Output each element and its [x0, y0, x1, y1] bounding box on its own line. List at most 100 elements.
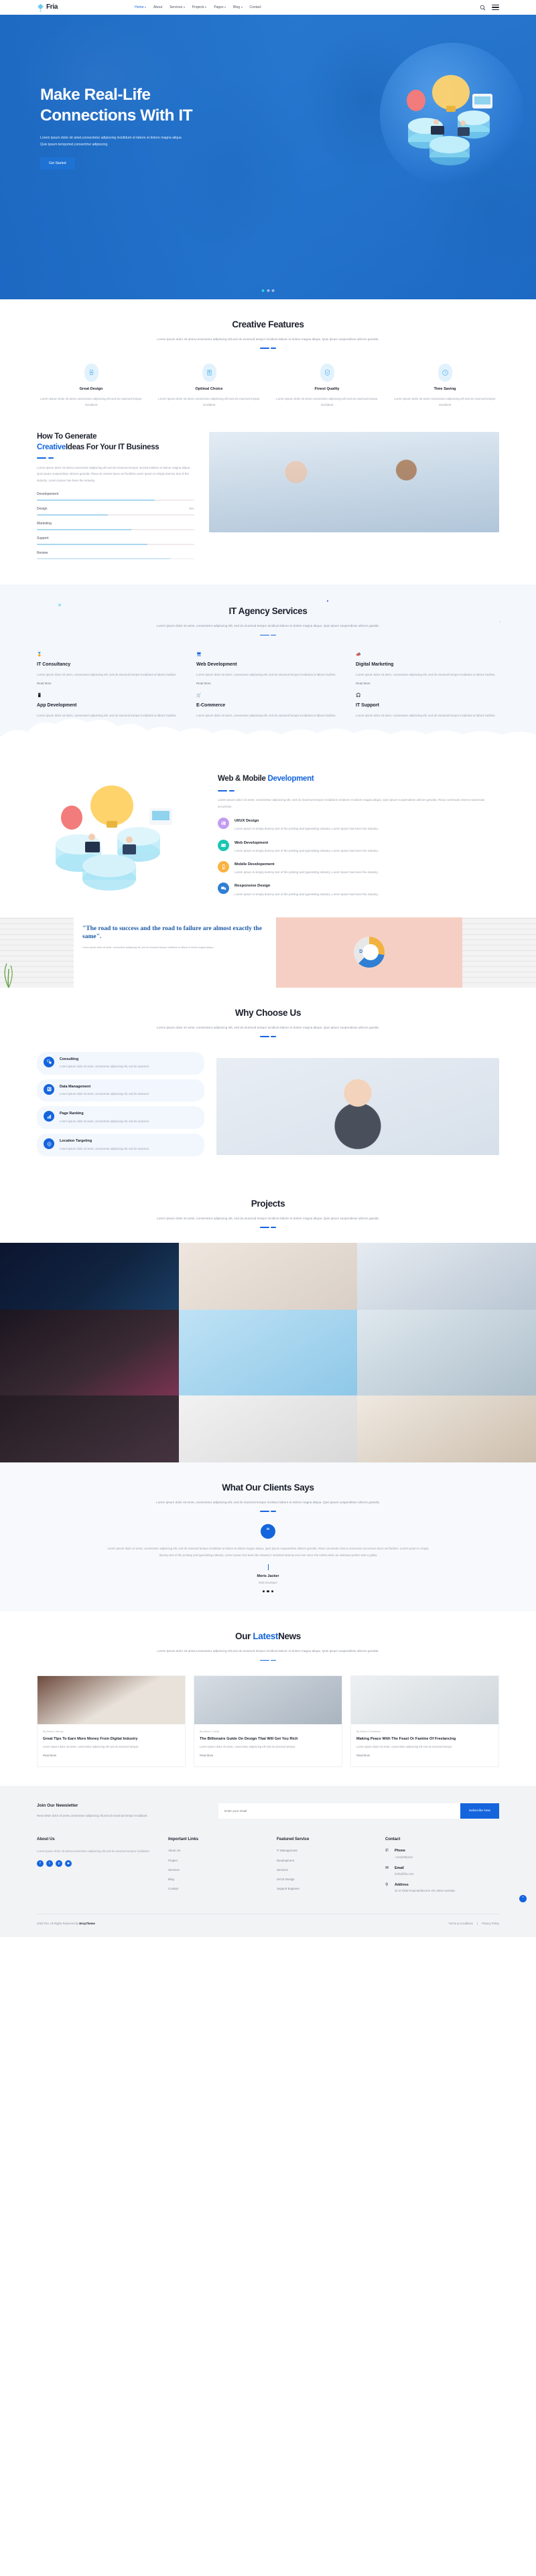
feature-card[interactable]: Time Saving Lorem ipsum dolor sit amet c…: [391, 363, 499, 408]
decorative-x-icon: ✕: [58, 603, 62, 609]
testimonial-desc: Lorem ipsum dolor sit amet, consectetur …: [156, 1500, 380, 1504]
item-title: Web Development: [234, 840, 269, 845]
feature-card[interactable]: Great Design Lorem ipsum dolor sit amet …: [37, 363, 145, 408]
newsletter-text: Join Our Newsletter News letter dolor si…: [37, 1802, 201, 1819]
project-team-meeting[interactable]: [357, 1242, 536, 1310]
contact-value[interactable]: hello@fria.com: [395, 1872, 414, 1877]
testimonial-title: What Our Clients Says: [222, 1482, 314, 1493]
news-card-title: The Billionaire Guide On Design That Wil…: [200, 1736, 298, 1741]
project-smartphone-hand[interactable]: [178, 1242, 358, 1310]
footer-service-uiux[interactable]: UI/UX Design: [277, 1877, 368, 1882]
nav-item-pages[interactable]: Pages: [214, 5, 226, 11]
news-card[interactable]: By Admin | Money Great Tips To Earn More…: [37, 1675, 186, 1767]
smartphone-icon: 📱: [37, 694, 42, 698]
project-coffee-desk[interactable]: [357, 1395, 536, 1462]
section-divider: [37, 634, 499, 636]
get-started-button[interactable]: Get Started: [40, 157, 75, 169]
feature-card[interactable]: Finest Quality Lorem ipsum dolor sit ame…: [273, 363, 381, 408]
testimonial-dot-2[interactable]: [267, 1590, 269, 1593]
page-ranking-icon: [44, 1111, 54, 1122]
nav-item-about[interactable]: About: [153, 5, 162, 11]
testimonial-slider-dots[interactable]: [37, 1590, 499, 1593]
shield-check-icon: [320, 363, 334, 382]
web-mobile-item[interactable]: Mobile Developement Lorem Ipsum is simply…: [218, 861, 499, 875]
why-card[interactable]: Consulting Lorem ipsum dolor sit amet, co…: [37, 1051, 204, 1075]
newsletter-title: Join Our Newsletter: [37, 1803, 78, 1808]
web-mobile-item[interactable]: UI/UX Design Lorem Ipsum is simply dummy …: [218, 818, 499, 832]
read-more-link[interactable]: Read More: [37, 681, 52, 686]
service-card[interactable]: 📣 Digital Marketing Lorem ipsum dolor si…: [356, 652, 499, 687]
project-pink-neon-desk[interactable]: [0, 1309, 179, 1395]
privacy-link[interactable]: Privacy Policy: [482, 1921, 499, 1926]
footer-link-services[interactable]: Services: [168, 1868, 259, 1873]
email-input[interactable]: [218, 1803, 460, 1819]
skill-track: [37, 558, 194, 560]
subscribe-button[interactable]: Subscribe Now: [460, 1803, 499, 1819]
news-title: Our LatestNews: [235, 1631, 301, 1642]
hero-content: Make Real-Life Connections With IT Lorem…: [0, 15, 221, 169]
why-card[interactable]: Location Targeting Lorem ipsum dolor sit …: [37, 1134, 204, 1157]
footer-service-development[interactable]: Development: [277, 1858, 368, 1864]
feature-card[interactable]: Optimal Choice Lorem ipsum dolor sit ame…: [155, 363, 263, 408]
contact-label: Address: [395, 1882, 409, 1887]
hero-dot-1[interactable]: [261, 289, 265, 292]
testimonial-dot-1[interactable]: [262, 1590, 265, 1593]
news-card[interactable]: By Admin | Freelance Making Peace With T…: [350, 1675, 499, 1767]
project-laptop-window[interactable]: [357, 1309, 536, 1395]
hero-dot-2[interactable]: [267, 289, 269, 292]
service-card[interactable]: 🏅 IT Consultancy Lorem ipsum dolor sit a…: [37, 652, 180, 687]
nav-item-projects[interactable]: Projects: [192, 5, 207, 11]
to-top-icon[interactable]: ^: [519, 1894, 527, 1902]
footer-service-services[interactable]: Services: [277, 1868, 368, 1873]
hamburger-icon[interactable]: [492, 5, 499, 10]
testimonial-dot-3[interactable]: [271, 1590, 274, 1593]
contact-value[interactable]: +123(456)123: [395, 1855, 413, 1860]
pinterest-icon[interactable]: p: [56, 1860, 62, 1867]
web-mobile-desc: Lorem ipsum dolor sit amet, consectetur …: [218, 798, 485, 809]
project-desk-setup[interactable]: [0, 1395, 179, 1462]
site-logo[interactable]: Fria: [37, 1, 58, 13]
quote-desc: Lorem ipsum dolor sit amet, consectetur …: [82, 945, 214, 949]
twitter-icon[interactable]: t: [46, 1860, 53, 1867]
service-card[interactable]: 🖥 Web Development Lorem ipsum dolor sit …: [196, 652, 340, 687]
nav-item-blog[interactable]: Blog: [233, 5, 243, 11]
nav-item-services[interactable]: Services: [170, 5, 185, 11]
nav-item-home[interactable]: Home: [135, 5, 146, 11]
chevron-down-icon: [144, 7, 146, 8]
why-card[interactable]: Page Ranking Lorem ipsum dolor sit amet, …: [37, 1106, 204, 1130]
footer-link-project[interactable]: Project: [168, 1858, 259, 1864]
read-more-link[interactable]: Read More: [356, 1753, 370, 1758]
ideas-desc: Lorem ipsum dolor sit amet,consectetur a…: [37, 465, 191, 483]
item-desc: Lorem Ipsum is simply dummy text of the …: [234, 848, 379, 852]
read-more-link[interactable]: Read More: [196, 681, 211, 686]
instagram-icon[interactable]: ◙: [65, 1860, 72, 1867]
read-more-link[interactable]: Read More: [43, 1753, 56, 1758]
project-spray-can[interactable]: [178, 1309, 358, 1395]
read-more-link[interactable]: Read More: [200, 1753, 213, 1758]
web-mobile-item[interactable]: Responsive Design Lorem Ipsum is simply d…: [218, 883, 499, 897]
project-code-screen[interactable]: [0, 1242, 179, 1310]
service-title: IT Support: [356, 702, 379, 708]
web-mobile-item[interactable]: Web Development Lorem Ipsum is simply dum…: [218, 839, 499, 854]
news-card[interactable]: By Admin | Guide The Billionaire Guide O…: [194, 1675, 342, 1767]
why-card-desc: Lorem ipsum dolor sit amet, consectetur …: [60, 1065, 149, 1069]
plant-decoration: [1, 960, 16, 988]
clock-icon: [438, 363, 452, 382]
footer-service-it-management[interactable]: IT Management: [277, 1848, 368, 1853]
search-icon[interactable]: [480, 5, 486, 11]
why-card[interactable]: Data Management Lorem ipsum dolor sit ame…: [37, 1079, 204, 1102]
project-tablet-flatlay[interactable]: [178, 1395, 358, 1462]
logo-text: Fria: [46, 3, 58, 11]
footer-link-about[interactable]: About Us: [168, 1848, 259, 1853]
hero-slider-dots[interactable]: [261, 289, 275, 292]
read-more-link[interactable]: Read More: [356, 681, 371, 686]
terms-link[interactable]: Terms & Conditions: [449, 1921, 473, 1926]
newsletter-form: Subscribe Now: [218, 1803, 499, 1819]
footer-link-blog[interactable]: Blog: [168, 1877, 259, 1882]
hero-dot-3[interactable]: [271, 289, 275, 292]
facebook-icon[interactable]: f: [37, 1860, 44, 1867]
projects-grid: [0, 1242, 536, 1462]
nav-item-contact[interactable]: Contact: [250, 5, 261, 11]
footer-link-contact[interactable]: Contact: [168, 1886, 259, 1892]
footer-service-support[interactable]: Support Engineer: [277, 1886, 368, 1892]
